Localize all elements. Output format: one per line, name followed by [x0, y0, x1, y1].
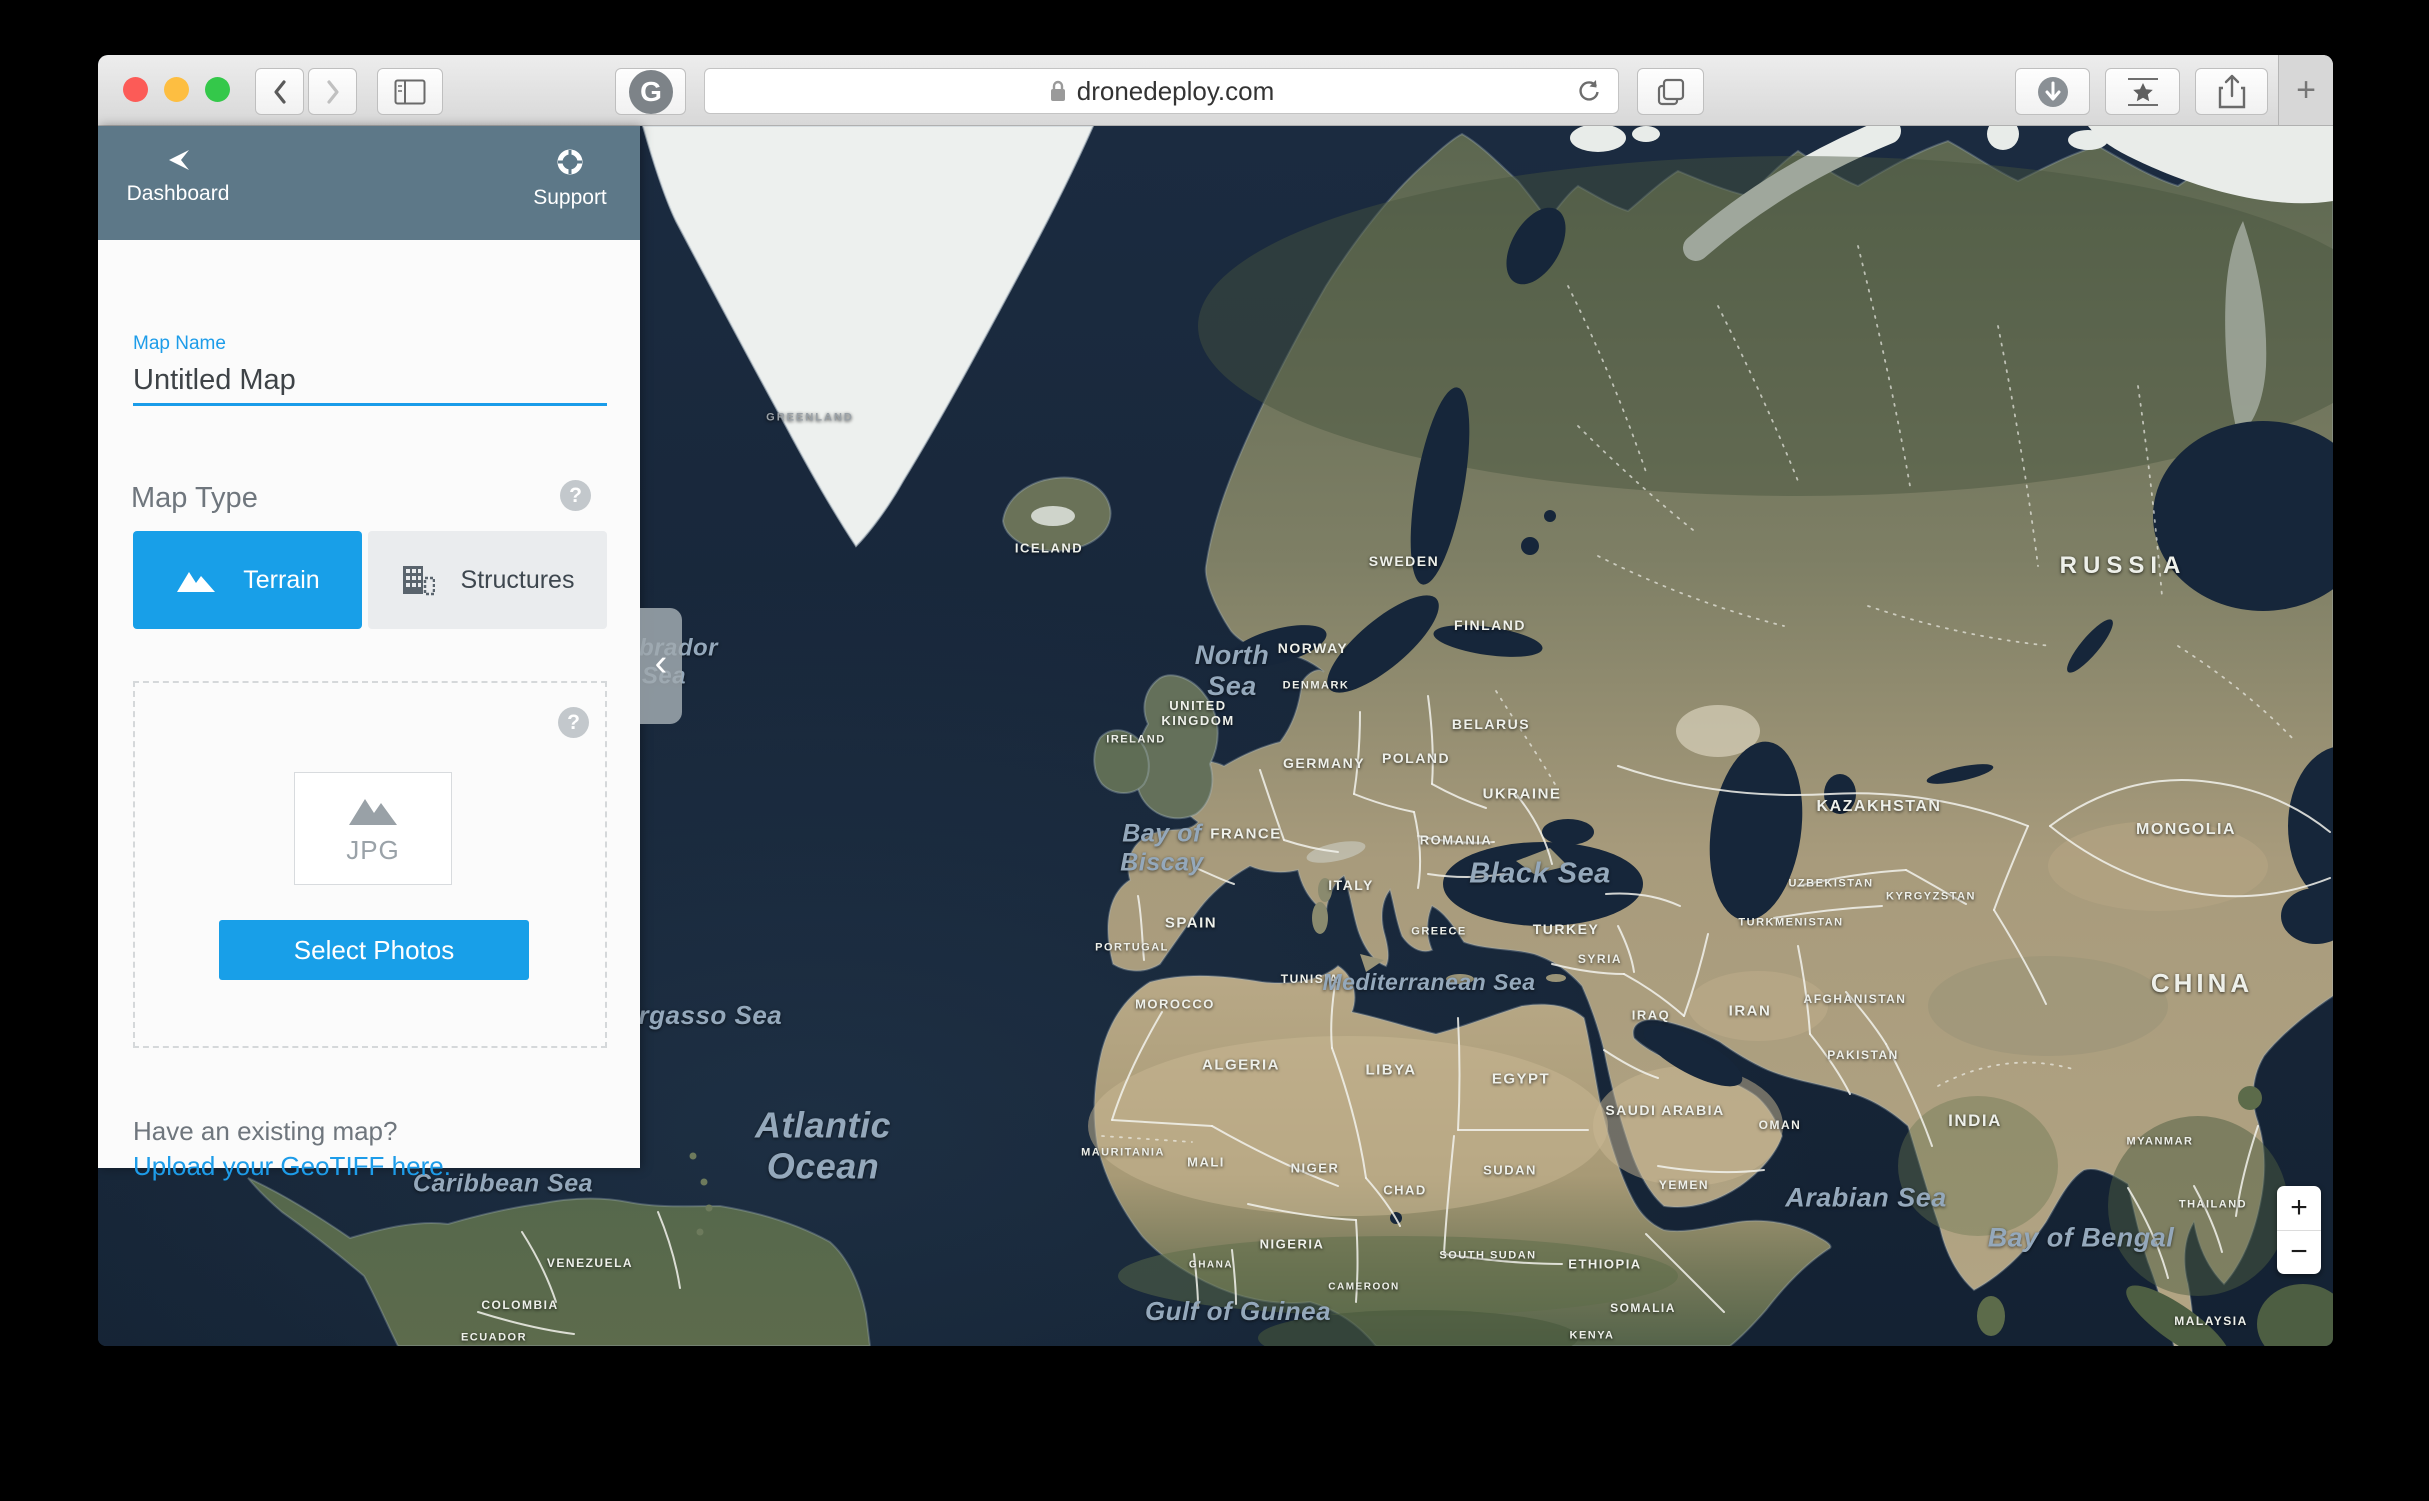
url-text: dronedeploy.com — [1077, 76, 1275, 107]
bookmarks-button[interactable] — [2105, 68, 2180, 115]
back-button[interactable] — [255, 68, 304, 115]
terrain-label: Terrain — [243, 566, 319, 595]
new-tab-button[interactable]: + — [2278, 55, 2333, 125]
svg-text:G: G — [640, 76, 662, 107]
favorites-star-icon — [2124, 76, 2162, 108]
photos-help-icon[interactable]: ? — [558, 707, 589, 738]
map-zoom-control: + − — [2277, 1186, 2321, 1274]
structures-label: Structures — [461, 566, 575, 595]
terrain-mountains-icon — [175, 566, 217, 594]
forward-chevron-icon — [324, 78, 342, 106]
jpg-label: JPG — [346, 835, 400, 866]
forward-button[interactable] — [308, 68, 357, 115]
photo-mountains-icon — [345, 791, 401, 827]
zoom-out-button[interactable]: − — [2277, 1231, 2321, 1275]
photo-upload-dropzone[interactable]: ? JPG Select Photos — [133, 681, 607, 1048]
map-type-structures-button[interactable]: Structures — [368, 531, 607, 629]
sidebar-panel: Map Name Map Type ? Terrain — [98, 240, 640, 1168]
map-name-label: Map Name — [133, 333, 226, 355]
downloads-button[interactable] — [2015, 68, 2090, 115]
sidebar-icon — [394, 79, 426, 105]
sidebar-collapse-handle[interactable]: ‹ — [640, 608, 682, 724]
grammarly-icon: G — [628, 69, 674, 115]
close-window-button[interactable] — [123, 77, 148, 102]
sidebar-toggle-button[interactable] — [377, 68, 443, 115]
refresh-icon[interactable] — [1574, 77, 1604, 107]
jpg-thumbnail: JPG — [294, 772, 452, 885]
upload-geotiff-link[interactable]: Upload your GeoTIFF here. — [133, 1151, 451, 1182]
life-ring-icon — [556, 148, 584, 176]
select-photos-button[interactable]: Select Photos — [219, 920, 529, 980]
share-icon — [2217, 74, 2247, 110]
support-button[interactable]: Support — [522, 148, 618, 210]
structures-building-icon — [401, 564, 435, 596]
sidebar-header: Dashboard Support — [98, 126, 640, 240]
browser-toolbar: G dronedeploy.com — [98, 55, 2333, 126]
address-bar[interactable]: dronedeploy.com — [704, 68, 1619, 114]
tab-overview-button[interactable] — [1637, 68, 1704, 115]
dashboard-back-button[interactable]: Dashboard — [128, 148, 228, 206]
grammarly-extension-button[interactable]: G — [615, 68, 686, 115]
map-type-help-icon[interactable]: ? — [560, 480, 591, 511]
share-button[interactable] — [2195, 68, 2268, 115]
lock-icon — [1049, 79, 1067, 103]
map-name-input[interactable] — [133, 358, 607, 406]
map-type-label: Map Type — [131, 482, 258, 515]
minimize-window-button[interactable] — [164, 77, 189, 102]
browser-window: G dronedeploy.com — [98, 55, 2333, 1346]
existing-map-question: Have an existing map? — [133, 1116, 397, 1147]
map-setup-sidebar: Dashboard Support Map Name Map Type ? — [98, 126, 640, 1168]
back-arrow-icon — [165, 148, 191, 172]
back-chevron-icon — [271, 78, 289, 106]
support-label: Support — [533, 186, 607, 210]
dashboard-label: Dashboard — [127, 182, 230, 206]
download-icon — [2036, 75, 2070, 109]
fullscreen-window-button[interactable] — [205, 77, 230, 102]
zoom-in-button[interactable]: + — [2277, 1186, 2321, 1230]
map-type-terrain-button[interactable]: Terrain — [133, 531, 362, 629]
tabs-icon — [1656, 77, 1686, 107]
